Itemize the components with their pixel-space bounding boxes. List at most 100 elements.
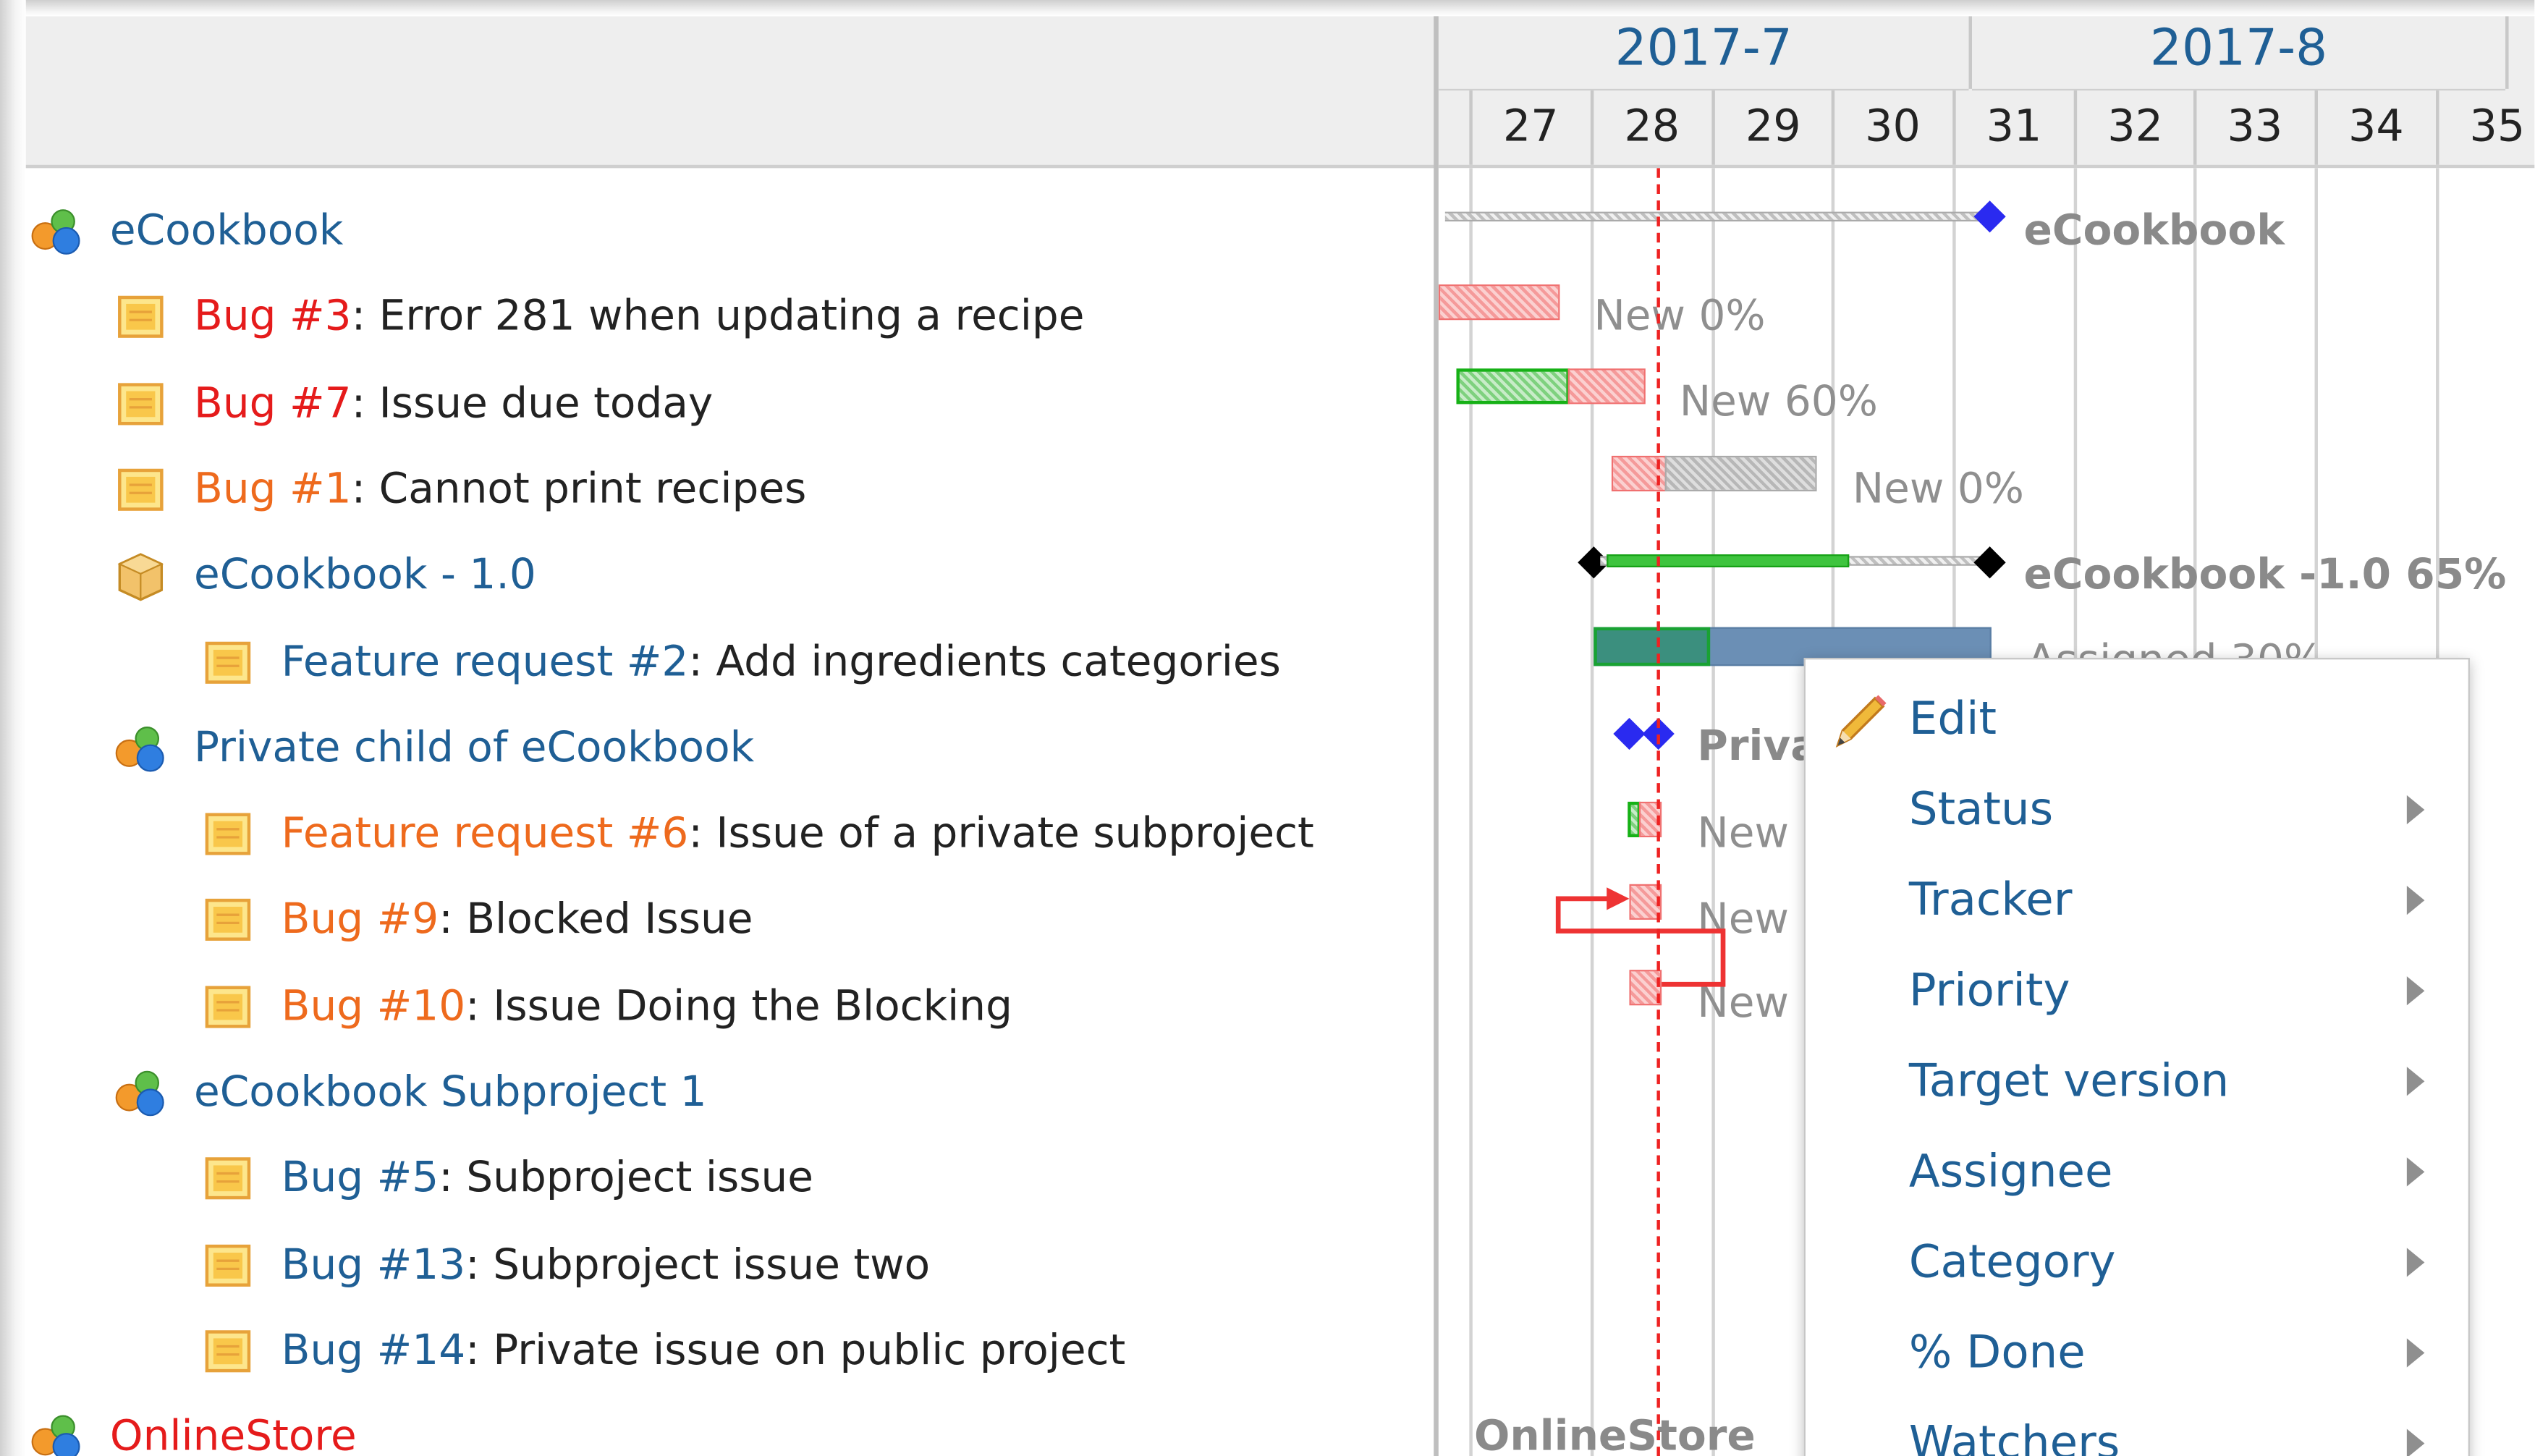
context-menu-priority[interactable]: Priority xyxy=(1806,949,2468,1033)
issue-icon xyxy=(113,289,168,344)
project-link[interactable]: eCookbook xyxy=(110,207,344,255)
issue-link[interactable]: Bug #14 xyxy=(282,1327,466,1376)
issue-subject: : Add ingredients categories xyxy=(688,638,1281,687)
context-menu-label: % Done xyxy=(1908,1325,2086,1379)
issue-link[interactable]: Bug #10 xyxy=(282,982,466,1030)
issue-row[interactable]: Bug #3: Error 281 when updating a recipe xyxy=(113,289,1413,344)
project-icon xyxy=(29,203,84,258)
gantt-subjects-column: eCookbook Bug #3: Error 281 when updating… xyxy=(22,16,1439,1456)
issue-link[interactable]: Bug #3 xyxy=(194,293,352,342)
context-menu-tracker[interactable]: Tracker xyxy=(1806,858,2468,942)
week-number: 27 xyxy=(1502,101,1559,152)
subject-text: Bug #10: Issue Doing the Blocking xyxy=(282,979,1012,1034)
subject-text: Bug #3: Error 281 when updating a recipe xyxy=(194,289,1084,344)
issue-icon xyxy=(113,462,168,517)
month-header: 2017-7 xyxy=(1438,16,1969,91)
issue-row[interactable]: Bug #10: Issue Doing the Blocking xyxy=(200,979,1413,1034)
subject-text: Bug #7: Issue due today xyxy=(194,376,713,431)
issue-row[interactable]: Feature request #2: Add ingredients cate… xyxy=(200,635,1413,690)
relation-arrowhead xyxy=(1607,887,1630,910)
version-row[interactable]: eCookbook - 1.0 xyxy=(113,549,1413,604)
window-shadow-left xyxy=(0,0,26,1456)
subject-text: Bug #9: Blocked Issue xyxy=(282,893,753,948)
week-number: 30 xyxy=(1865,101,1921,152)
week-number: 34 xyxy=(2348,101,2404,152)
project-row[interactable]: OnlineStore xyxy=(29,1410,1413,1456)
issue-link[interactable]: Bug #9 xyxy=(282,896,439,944)
issue-icon xyxy=(200,635,255,690)
submenu-arrow-icon xyxy=(2406,1067,2425,1096)
context-menu-status[interactable]: Status xyxy=(1806,768,2468,852)
issue-subject: : Blocked Issue xyxy=(439,896,753,945)
context-menu-label: Status xyxy=(1908,782,2054,836)
project-icon xyxy=(113,1065,168,1120)
issue-subject: : Issue Doing the Blocking xyxy=(465,982,1013,1031)
issue-subject: : Error 281 when updating a recipe xyxy=(351,292,1085,342)
issue-link[interactable]: Bug #7 xyxy=(194,379,352,428)
project-link[interactable]: Private child of eCookbook xyxy=(194,724,754,772)
issue-row[interactable]: Bug #14: Private issue on public project xyxy=(200,1324,1413,1379)
issue-row[interactable]: Bug #7: Issue due today xyxy=(113,376,1413,431)
issue-icon xyxy=(200,893,255,948)
context-menu-category[interactable]: Category xyxy=(1806,1220,2468,1304)
gantt-label-project: OnlineStore xyxy=(1474,1413,1756,1456)
window-shadow-top xyxy=(0,0,2535,17)
version-link[interactable]: eCookbook - 1.0 xyxy=(194,551,536,600)
context-menu-target-version[interactable]: Target version xyxy=(1806,1039,2468,1123)
project-link[interactable]: eCookbook Subproject 1 xyxy=(194,1068,707,1117)
context-menu-label: Watchers xyxy=(1908,1415,2120,1456)
column-divider[interactable] xyxy=(1434,16,1439,1456)
today-line xyxy=(1656,168,1660,1456)
context-menu-edit[interactable]: Edit xyxy=(1806,677,2468,761)
week-number: 35 xyxy=(2469,101,2526,152)
issue-row[interactable]: Bug #9: Blocked Issue xyxy=(200,893,1413,948)
project-link[interactable]: OnlineStore xyxy=(110,1413,357,1456)
subject-text: OnlineStore xyxy=(110,1410,357,1456)
issue-link[interactable]: Feature request #6 xyxy=(282,810,689,858)
submenu-arrow-icon xyxy=(2406,1338,2425,1368)
issue-link[interactable]: Feature request #2 xyxy=(282,638,689,686)
submenu-arrow-icon xyxy=(2406,886,2425,915)
gantt-window: eCookbook Bug #3: Error 281 when updating… xyxy=(0,0,2535,1456)
issue-subject: : Issue due today xyxy=(351,378,714,428)
subject-text: Feature request #2: Add ingredients cate… xyxy=(282,635,1281,690)
issue-icon xyxy=(200,1237,255,1292)
gantt-canvas: eCookbook Bug #3: Error 281 when updating… xyxy=(0,0,2535,1456)
issue-icon xyxy=(200,979,255,1034)
project-icon xyxy=(113,721,168,776)
project-row[interactable]: eCookbook xyxy=(29,203,1413,258)
project-row[interactable]: eCookbook Subproject 1 xyxy=(113,1065,1413,1120)
subject-text: Private child of eCookbook xyxy=(194,721,754,776)
issue-icon xyxy=(113,376,168,431)
context-menu-label: Tracker xyxy=(1908,873,2073,926)
subjects-header xyxy=(22,16,1436,169)
issue-row[interactable]: Feature request #6: Issue of a private s… xyxy=(200,807,1413,862)
subject-text: Bug #14: Private issue on public project xyxy=(282,1324,1126,1379)
submenu-arrow-icon xyxy=(2406,1157,2425,1187)
project-row[interactable]: Private child of eCookbook xyxy=(113,721,1413,776)
issue-row[interactable]: Bug #1: Cannot print recipes xyxy=(113,462,1413,517)
submenu-arrow-icon xyxy=(2406,976,2425,1006)
context-menu-label: Target version xyxy=(1908,1054,2230,1108)
context-menu-done-ratio[interactable]: % Done xyxy=(1806,1311,2468,1394)
subject-text: Bug #5: Subproject issue xyxy=(282,1151,813,1206)
issue-link[interactable]: Bug #1 xyxy=(194,465,352,514)
gantt-timeline-header: 2017-7 2017-8 27 28 29 30 31 32 33 34 35 xyxy=(1438,16,2535,169)
issue-icon xyxy=(200,1151,255,1206)
issue-icon xyxy=(200,1324,255,1379)
issue-row[interactable]: Bug #5: Subproject issue xyxy=(200,1151,1413,1206)
submenu-arrow-icon xyxy=(2406,1248,2425,1277)
context-menu-assignee[interactable]: Assignee xyxy=(1806,1130,2468,1214)
submenu-arrow-icon xyxy=(2406,1429,2425,1456)
issue-subject: : Subproject issue two xyxy=(465,1240,931,1290)
week-number: 31 xyxy=(1986,101,2042,152)
month-divider xyxy=(2505,16,2509,89)
subject-text: eCookbook - 1.0 xyxy=(194,549,536,604)
context-menu-label: Priority xyxy=(1908,963,2070,1017)
subject-text: Feature request #6: Issue of a private s… xyxy=(282,807,1314,862)
context-menu-watchers[interactable]: Watchers xyxy=(1806,1402,2468,1456)
issue-link[interactable]: Bug #5 xyxy=(282,1154,439,1203)
issue-row[interactable]: Bug #13: Subproject issue two xyxy=(200,1237,1413,1292)
issue-link[interactable]: Bug #13 xyxy=(282,1240,466,1289)
context-menu-label: Category xyxy=(1908,1235,2116,1289)
